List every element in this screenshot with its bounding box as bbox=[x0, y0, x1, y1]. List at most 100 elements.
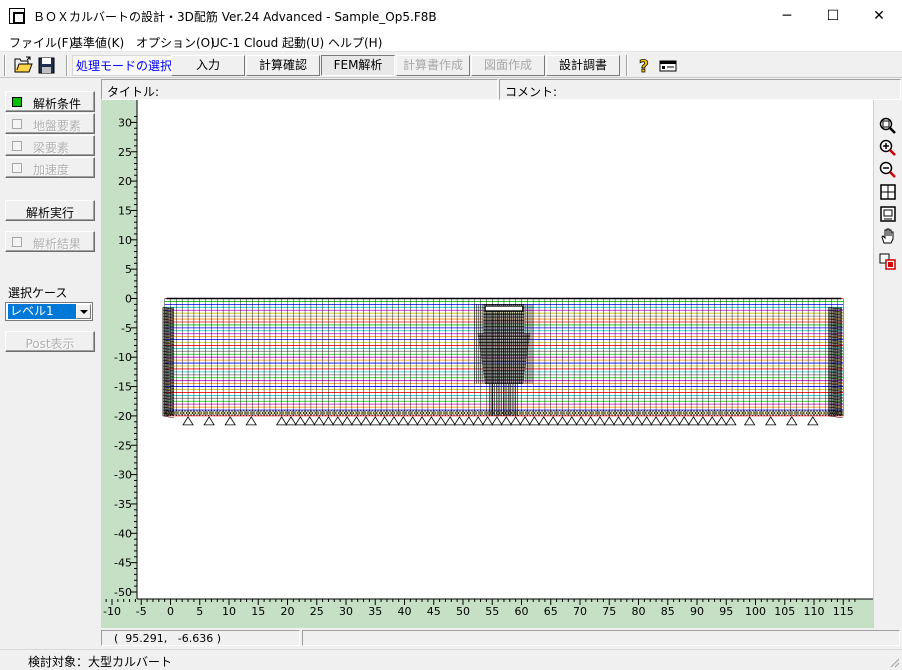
status-bar: 検討対象：大型カルバート bbox=[0, 649, 902, 670]
beam-elements-label: 梁要素 bbox=[33, 141, 70, 155]
mode-report-button[interactable]: 計算書作成 bbox=[396, 55, 470, 76]
y-tick-label: 0 bbox=[125, 293, 132, 306]
x-tick-label: 5 bbox=[196, 605, 203, 618]
info-bar: タイトル: コメント: bbox=[101, 79, 901, 100]
info-card-icon[interactable] bbox=[658, 56, 678, 75]
beam-elements-button[interactable]: 梁要素 bbox=[5, 135, 95, 156]
y-tick-label: 15 bbox=[118, 204, 132, 217]
y-tick-label: -45 bbox=[114, 557, 132, 570]
status-indicator-off bbox=[12, 119, 22, 129]
resize-grip-icon[interactable] bbox=[888, 656, 900, 668]
menu-file[interactable]: ファイル(F) bbox=[9, 34, 73, 51]
x-tick-label: 75 bbox=[602, 605, 616, 618]
x-tick-label: 65 bbox=[544, 605, 558, 618]
title-field-label: タイトル: bbox=[107, 85, 160, 99]
ground-elements-label: 地盤要素 bbox=[33, 119, 82, 133]
menu-uc1-cloud[interactable]: UC-1 Cloud 起動(U) bbox=[211, 34, 324, 51]
x-tick-label: 10 bbox=[222, 605, 236, 618]
zoom-fit-icon[interactable] bbox=[878, 116, 898, 136]
status-indicator-on bbox=[12, 97, 22, 107]
menu-bar: ファイル(F) 基準値(K) オプション(O) UC-1 Cloud 起動(U)… bbox=[0, 32, 902, 52]
analysis-results-label: 解析結果 bbox=[33, 237, 82, 251]
zoom-window-icon[interactable] bbox=[878, 182, 898, 202]
close-button[interactable]: ✕ bbox=[856, 0, 902, 32]
coordinate-bar: ( 95.291, -6.636 ) bbox=[101, 629, 901, 647]
culvert-top-slab bbox=[484, 305, 524, 312]
mode-input-button[interactable]: 入力 bbox=[171, 55, 245, 76]
view-toolbar bbox=[873, 100, 901, 628]
analysis-results-button[interactable]: 解析結果 bbox=[5, 231, 95, 252]
y-tick-label: 20 bbox=[118, 175, 132, 188]
open-folder-icon[interactable] bbox=[14, 56, 34, 75]
y-tick-label: -10 bbox=[114, 351, 132, 364]
save-icon[interactable] bbox=[37, 56, 57, 75]
post-display-label: Post表示 bbox=[25, 337, 75, 351]
menu-options[interactable]: オプション(O) bbox=[136, 34, 215, 51]
status-indicator-off bbox=[12, 141, 22, 151]
select-node-icon[interactable] bbox=[878, 252, 898, 272]
x-tick-label: 55 bbox=[485, 605, 499, 618]
x-tick-label: 85 bbox=[661, 605, 675, 618]
analysis-conditions-label: 解析条件 bbox=[33, 97, 82, 111]
ground-elements-button[interactable]: 地盤要素 bbox=[5, 113, 95, 134]
chevron-down-icon[interactable] bbox=[76, 304, 91, 319]
x-tick-label: 20 bbox=[281, 605, 295, 618]
y-tick-label: 25 bbox=[118, 146, 132, 159]
acceleration-label: 加速度 bbox=[33, 163, 70, 177]
x-tick-label: 60 bbox=[515, 605, 529, 618]
y-tick-label: -15 bbox=[114, 381, 132, 394]
status-indicator-off bbox=[12, 237, 22, 247]
minimize-button[interactable]: ─ bbox=[764, 0, 810, 32]
fem-mesh-canvas[interactable]: 302520151050-5-10-15-20-25-30-35-40-45-5… bbox=[101, 100, 873, 628]
analysis-conditions-button[interactable]: 解析条件 bbox=[5, 91, 95, 112]
zoom-all-icon[interactable] bbox=[878, 204, 898, 224]
mode-calc-check-button[interactable]: 計算確認 bbox=[246, 55, 320, 76]
zoom-out-icon[interactable] bbox=[878, 160, 898, 180]
x-tick-label: 110 bbox=[804, 605, 825, 618]
status-text: 検討対象：大型カルバート bbox=[28, 655, 173, 669]
comment-field-label: コメント: bbox=[505, 85, 558, 99]
y-tick-label: 30 bbox=[118, 116, 132, 129]
x-tick-label: 70 bbox=[573, 605, 587, 618]
post-display-button[interactable]: Post表示 bbox=[5, 331, 95, 352]
y-tick-label: -40 bbox=[114, 527, 132, 540]
x-tick-label: 35 bbox=[368, 605, 382, 618]
toolbar-grip bbox=[4, 55, 6, 76]
pan-hand-icon[interactable] bbox=[878, 226, 898, 246]
x-tick-label: 25 bbox=[310, 605, 324, 618]
mode-fem-button[interactable]: FEM解析 bbox=[321, 55, 395, 76]
toolbar-separator bbox=[626, 55, 628, 76]
mode-drawing-button[interactable]: 図面作成 bbox=[471, 55, 545, 76]
help-icon[interactable]: ? bbox=[634, 56, 654, 78]
acceleration-button[interactable]: 加速度 bbox=[5, 157, 95, 178]
window-title: ＢＯＸカルバートの設計・3D配筋 Ver.24 Advanced - Sampl… bbox=[33, 10, 437, 24]
app-icon[interactable] bbox=[9, 8, 25, 24]
maximize-button[interactable]: ☐ bbox=[810, 0, 856, 32]
x-tick-label: 115 bbox=[833, 605, 854, 618]
x-tick-label: 100 bbox=[745, 605, 766, 618]
case-select-value: レベル1 bbox=[8, 304, 76, 319]
y-tick-label: 5 bbox=[125, 263, 132, 276]
menu-help[interactable]: ヘルプ(H) bbox=[328, 34, 382, 51]
title-bar: ＢＯＸカルバートの設計・3D配筋 Ver.24 Advanced - Sampl… bbox=[0, 0, 902, 32]
x-tick-label: 95 bbox=[719, 605, 733, 618]
mode-design-sheet-button[interactable]: 設計調書 bbox=[546, 55, 620, 76]
zoom-in-icon[interactable] bbox=[878, 138, 898, 158]
svg-text:?: ? bbox=[639, 57, 649, 75]
x-tick-label: 50 bbox=[456, 605, 470, 618]
y-tick-label: -5 bbox=[121, 322, 132, 335]
status-indicator-off bbox=[12, 163, 22, 173]
menu-standards[interactable]: 基準値(K) bbox=[71, 34, 124, 51]
y-tick-label: -20 bbox=[114, 410, 132, 423]
y-tick-label: -50 bbox=[114, 586, 132, 599]
title-field: タイトル: bbox=[101, 79, 498, 100]
run-analysis-button[interactable]: 解析実行 bbox=[5, 200, 95, 221]
y-tick-label: -25 bbox=[114, 439, 132, 452]
comment-field: コメント: bbox=[499, 79, 901, 100]
x-tick-label: 45 bbox=[427, 605, 441, 618]
case-select-dropdown[interactable]: レベル1 bbox=[5, 302, 93, 321]
fem-mesh-view[interactable]: 30 25 20 15 10 5 0 -5 -10 -15 -20 -25 -30 -35 -40 -45 -5… bbox=[101, 100, 873, 628]
toolbar-separator bbox=[66, 55, 68, 76]
mode-select-label: 処理モードの選択 bbox=[72, 55, 177, 76]
y-tick-label: -35 bbox=[114, 498, 132, 511]
